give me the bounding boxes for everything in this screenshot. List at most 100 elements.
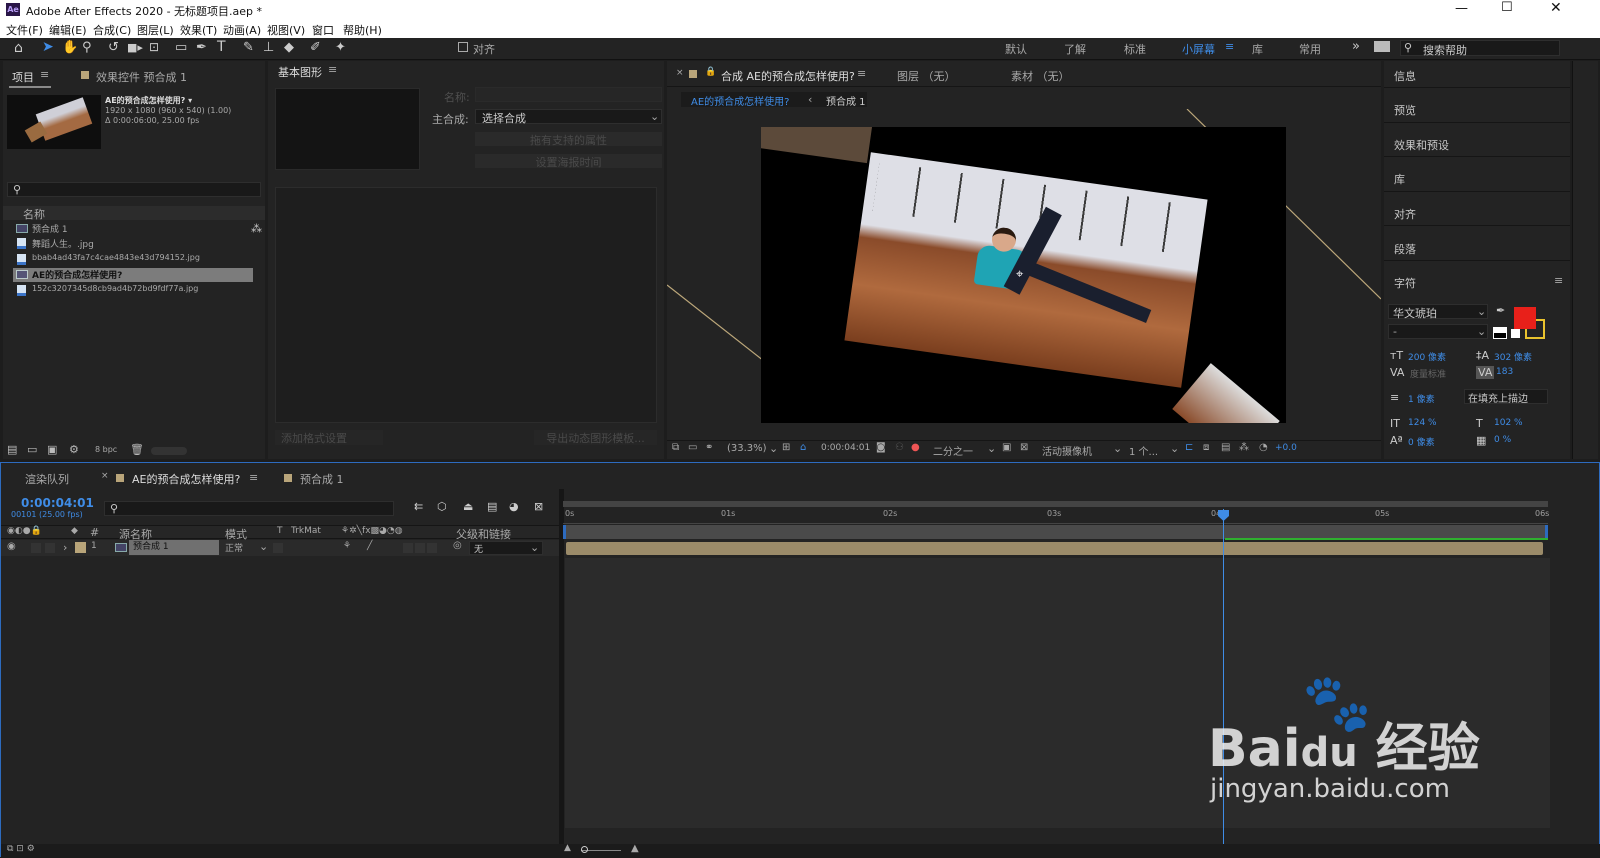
title-safe-icon[interactable]: ⊞ — [782, 442, 790, 453]
visibility-eye-icon[interactable]: ◉ — [7, 541, 16, 552]
menu-effect[interactable]: 效果(T) — [180, 22, 217, 38]
sync-settings-icon[interactable] — [1374, 41, 1390, 52]
solo-properties-button[interactable]: 拖有支持的属性 — [475, 132, 662, 147]
name-column-header[interactable]: 名称 — [23, 206, 45, 222]
display-icon[interactable]: ▭ — [688, 442, 697, 453]
tab-menu-icon[interactable]: ≡ — [40, 68, 49, 81]
label-color-swatch[interactable] — [75, 542, 86, 553]
shy-layers-icon[interactable]: ⏏ — [463, 500, 473, 513]
set-poster-time-button[interactable]: 设置海报时间 — [475, 154, 662, 169]
tab-layer[interactable]: 图层 （无） — [897, 68, 956, 84]
clone-stamp-tool-icon[interactable]: ⊥ — [263, 40, 274, 55]
tab-project[interactable]: 项目 — [12, 69, 34, 85]
align-panel-header[interactable]: 对齐 — [1394, 206, 1416, 222]
zoom-select[interactable]: (33.3%) — [727, 443, 767, 454]
horizontal-scale-value[interactable]: 102 % — [1494, 418, 1523, 428]
brush-tool-icon[interactable]: ✎ — [243, 40, 254, 55]
tab-menu-icon[interactable]: ≡ — [249, 471, 258, 484]
export-mogrt-button[interactable]: 导出动态图形模板... — [534, 430, 657, 445]
font-style-select[interactable]: - ⌄ — [1388, 324, 1488, 339]
flowchart-icon[interactable]: ⁂ — [251, 222, 262, 235]
pen-tool-icon[interactable]: ✒ — [196, 40, 207, 55]
panel-menu-icon[interactable]: ≡ — [1554, 274, 1563, 287]
time-navigator[interactable] — [563, 501, 1548, 507]
chevron-down-icon[interactable]: ⌄ — [259, 540, 268, 553]
reset-exposure-icon[interactable]: ◔ — [1259, 442, 1268, 453]
fast-previews-icon[interactable]: ⧈ — [1203, 442, 1209, 453]
layer-name[interactable]: 预合成 1 — [129, 540, 219, 555]
switch-boxes[interactable] — [403, 543, 437, 553]
workspace-common[interactable]: 常用 — [1299, 41, 1321, 57]
current-time[interactable]: 0:00:04:01 — [821, 443, 870, 453]
color-channel-icon[interactable]: ● — [911, 442, 920, 453]
paragraph-panel-header[interactable]: 段落 — [1394, 241, 1416, 257]
delete-icon[interactable]: 🗑 — [130, 443, 144, 456]
eraser-tool-icon[interactable]: ◆ — [284, 40, 294, 55]
stroke-mode-select[interactable]: 在填充上描边 — [1464, 389, 1548, 405]
layer-duration-bar[interactable] — [566, 542, 1543, 555]
solo-box[interactable] — [31, 543, 41, 553]
layer-row[interactable]: ◉ › 1 预合成 1 正常 ⌄ ⚘ ╱ ◎ 无 ⌄ — [1, 540, 559, 556]
effects-presets-panel-header[interactable]: 效果和预设 — [1394, 137, 1449, 153]
tab-effect-controls[interactable]: 效果控件 预合成 1 — [96, 69, 187, 85]
trkmat-box[interactable] — [273, 543, 283, 553]
project-search-input[interactable]: ⚲ — [7, 182, 261, 197]
list-item[interactable]: bbab4ad43fa7c4cae4843e43d794152.jpg — [3, 253, 265, 267]
tab-main-comp[interactable]: AE的预合成怎样使用? — [132, 471, 240, 487]
tracking-value[interactable]: 183 — [1496, 367, 1513, 377]
show-snapshot-icon[interactable]: ⚇ — [895, 442, 904, 453]
close-tab-icon[interactable]: × — [676, 68, 684, 78]
eyedropper-icon[interactable]: ✒ — [1496, 304, 1505, 317]
workspace-menu-icon[interactable]: ≡ — [1225, 40, 1234, 53]
workspace-standard[interactable]: 标准 — [1124, 41, 1146, 57]
character-panel-header[interactable]: 字符 — [1394, 275, 1416, 291]
breadcrumb-precomp[interactable]: 预合成 1 — [826, 93, 866, 108]
zoom-out-icon[interactable]: ▲ — [564, 843, 571, 853]
stroke-width-value[interactable]: 1 像素 — [1408, 392, 1435, 405]
tab-menu-icon[interactable]: ≡ — [857, 67, 866, 80]
close-tab-icon[interactable]: × — [101, 471, 109, 481]
libraries-panel-header[interactable]: 库 — [1394, 171, 1405, 187]
comp-mini-flowchart-icon[interactable]: ⇇ — [414, 500, 423, 513]
exposure-value[interactable]: +0.0 — [1275, 443, 1297, 453]
frame-blending-icon[interactable]: ▤ — [487, 500, 497, 513]
trkmat-column-header[interactable]: TrkMat — [291, 526, 321, 536]
mask-visibility-icon[interactable]: ⌂ — [800, 442, 806, 453]
snapshot-icon[interactable]: ◙ — [876, 442, 886, 453]
chevron-down-icon[interactable]: ⌄ — [987, 442, 996, 455]
anchor-point-icon[interactable]: ⌖ — [1016, 267, 1023, 282]
list-item[interactable]: 预合成 1 ⁂ — [3, 222, 265, 236]
baseline-shift-value[interactable]: 0 像素 — [1408, 435, 1435, 448]
pick-whip-icon[interactable]: ◎ — [453, 540, 462, 551]
new-folder-icon[interactable]: ▭ — [27, 443, 37, 456]
leading-value[interactable]: 302 像素 — [1494, 350, 1532, 363]
time-ruler[interactable]: 0s 01s 02s 03s 04s 05s 06s — [563, 509, 1549, 524]
interpret-footage-icon[interactable]: ▤ — [7, 443, 17, 456]
kerning-value[interactable]: 度量标准 — [1410, 367, 1446, 380]
breadcrumb-comp[interactable]: AE的预合成怎样使用? — [691, 93, 789, 108]
maximize-icon[interactable]: ☐ — [1501, 0, 1513, 15]
help-search-input[interactable]: ⚲ 搜索帮助 — [1400, 40, 1560, 57]
camera-select[interactable]: 活动摄像机 — [1042, 443, 1092, 458]
font-size-value[interactable]: 200 像素 — [1408, 350, 1446, 363]
right-scrollbar[interactable] — [1572, 61, 1598, 459]
more-workspaces-icon[interactable]: » — [1352, 39, 1360, 54]
list-item[interactable]: 舞蹈人生。.jpg — [3, 237, 265, 251]
tab-render-queue[interactable]: 渲染队列 — [25, 471, 69, 487]
lock-icon[interactable]: 🔒 — [705, 67, 716, 77]
lock-box[interactable] — [45, 543, 55, 553]
type-tool-icon[interactable]: T — [217, 39, 226, 55]
font-family-select[interactable]: 华文琥珀 ⌄ — [1388, 304, 1488, 320]
black-white-swatch-icon[interactable] — [1493, 327, 1507, 339]
graph-editor-icon[interactable]: ⊠ — [534, 500, 543, 513]
panel-menu-icon[interactable]: ≡ — [328, 63, 337, 76]
resolution-select[interactable]: 二分之一 — [933, 443, 973, 458]
menu-composition[interactable]: 合成(C) — [93, 22, 131, 38]
expand-chevron-icon[interactable]: › — [63, 541, 67, 554]
no-color-icon[interactable] — [1511, 329, 1520, 338]
mask-icon[interactable]: ⚭ — [705, 442, 713, 453]
work-area-bar[interactable] — [563, 525, 1548, 539]
chevron-down-icon[interactable]: ⌄ — [1170, 442, 1179, 455]
camera-tool-icon[interactable]: ■▸ — [127, 41, 143, 54]
info-panel-header[interactable]: 信息 — [1394, 68, 1416, 84]
